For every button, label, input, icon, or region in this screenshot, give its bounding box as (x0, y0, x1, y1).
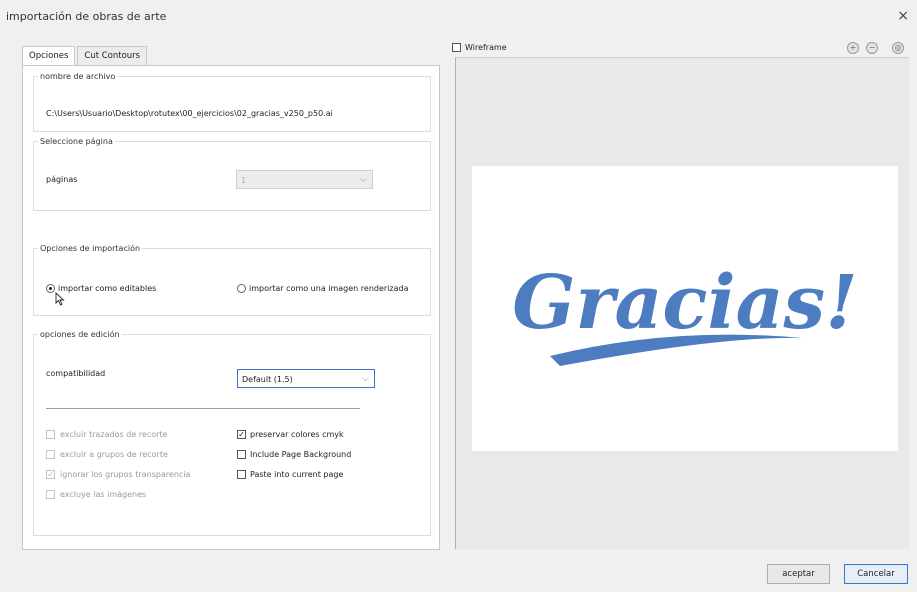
chevron-down-icon: ⌵ (360, 175, 367, 185)
cancel-button[interactable]: Cancelar (844, 564, 908, 584)
exclude-images-label: excluye las imágenes (60, 490, 147, 499)
chevron-down-icon: ⌵ (362, 374, 369, 384)
accept-button[interactable]: aceptar (767, 564, 830, 584)
compat-value: Default (1.5) (242, 375, 293, 384)
edit-options-group: opciones de edición compatibilidad Defau… (33, 330, 431, 536)
checkbox-paste-into-current-page[interactable] (237, 470, 246, 479)
pages-value: 1 (241, 176, 247, 185)
paste-into-current-page-label: Paste into current page (250, 470, 344, 479)
import-editable-label: importar como editables (58, 284, 157, 293)
checkbox-ignore-transparency-groups[interactable]: ✓ (46, 470, 55, 479)
checkbox-exclude-clipping-paths[interactable] (46, 430, 55, 439)
import-rendered-label: importar como una imagen renderizada (249, 284, 409, 293)
tab-bar: Opciones Cut Contours (22, 46, 149, 66)
exclude-clipping-groups-label: excluir a grupos de recorte (60, 450, 168, 459)
wireframe-label: Wireframe (465, 43, 507, 52)
checkbox-exclude-images[interactable] (46, 490, 55, 499)
checkbox-preserve-cmyk[interactable]: ✓ (237, 430, 246, 439)
zoom-in-icon[interactable]: + (847, 42, 859, 54)
checkbox-wireframe[interactable] (452, 43, 461, 52)
preserve-cmyk-label: preservar colores cmyk (250, 430, 344, 439)
mouse-cursor-icon (55, 292, 65, 306)
file-name-legend: nombre de archivo (40, 72, 116, 81)
artwork-preview: Gracias! (512, 260, 858, 366)
ignore-transparency-groups-label: ignorar los grupos transparencia (60, 470, 191, 479)
checkbox-include-page-background[interactable] (237, 450, 246, 459)
import-options-legend: Opciones de importación (40, 244, 141, 253)
preview-canvas: Gracias! (472, 166, 898, 451)
file-name-group: nombre de archivo C:\Users\Usuario\Deskt… (33, 72, 431, 132)
radio-import-editable[interactable] (46, 284, 55, 293)
close-icon[interactable]: × (897, 8, 909, 24)
import-options-group: Opciones de importación importar como ed… (33, 244, 431, 316)
compat-label: compatibilidad (46, 369, 106, 378)
tab-opciones[interactable]: Opciones (22, 46, 76, 66)
pages-dropdown[interactable]: 1 ⌵ (236, 170, 373, 189)
page-select-legend: Seleccione página (40, 137, 113, 146)
window-title: importación de obras de arte (6, 10, 167, 23)
artwork-text: Gracias! (512, 260, 857, 346)
zoom-fit-icon[interactable]: ◎ (892, 42, 904, 54)
file-path: C:\Users\Usuario\Desktop\rotutex\00_ejer… (46, 109, 333, 118)
pages-label: páginas (46, 175, 78, 184)
divider (46, 408, 360, 409)
zoom-out-icon[interactable]: − (866, 42, 878, 54)
compat-dropdown[interactable]: Default (1.5) ⌵ (237, 369, 375, 388)
include-page-background-label: Include Page Background (250, 450, 352, 459)
edit-options-legend: opciones de edición (40, 330, 120, 339)
tab-cut-contours[interactable]: Cut Contours (77, 46, 148, 65)
exclude-clipping-paths-label: excluir trazados de recorte (60, 430, 168, 439)
radio-import-rendered[interactable] (237, 284, 246, 293)
checkbox-exclude-clipping-groups[interactable] (46, 450, 55, 459)
page-select-group: Seleccione página páginas 1 ⌵ (33, 137, 431, 211)
